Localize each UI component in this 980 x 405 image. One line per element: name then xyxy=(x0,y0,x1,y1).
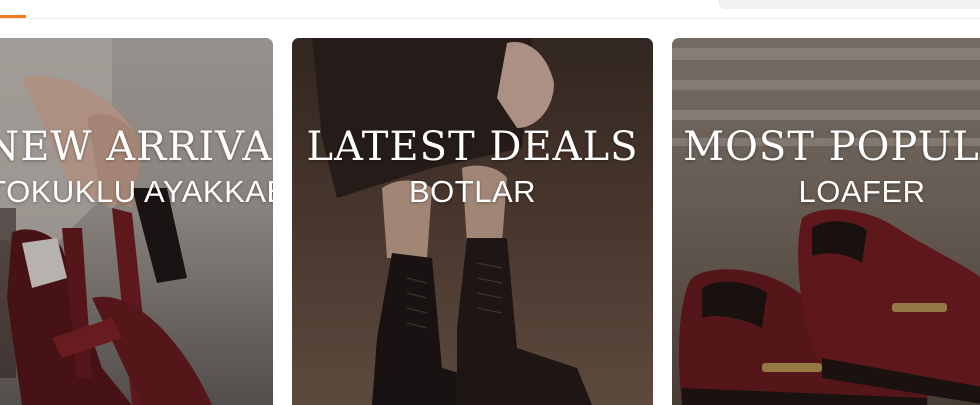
top-navigation-bar xyxy=(0,0,980,19)
image-overlay xyxy=(292,38,653,405)
image-overlay xyxy=(672,38,980,405)
card-headline: MOST POPULAR xyxy=(683,124,980,170)
card-subheadline: TOKUKLU AYAKKABI xyxy=(0,174,273,209)
card-subheadline: BOTLAR xyxy=(408,174,537,209)
search-input[interactable] xyxy=(718,0,980,9)
promo-card-latest-deals[interactable]: LATEST DEALS BOTLAR xyxy=(292,38,653,405)
card-subheadline: LOAFER xyxy=(798,174,926,209)
card-headline: LATEST DEALS xyxy=(306,124,639,170)
active-tab-indicator xyxy=(0,15,26,18)
promo-card-new-arrival[interactable]: NEW ARRIVAL TOKUKLU AYAKKABI xyxy=(0,38,273,405)
promo-card-most-popular[interactable]: MOST POPULAR LOAFER xyxy=(672,38,980,405)
image-overlay xyxy=(0,38,273,405)
card-headline: NEW ARRIVAL xyxy=(0,124,273,170)
